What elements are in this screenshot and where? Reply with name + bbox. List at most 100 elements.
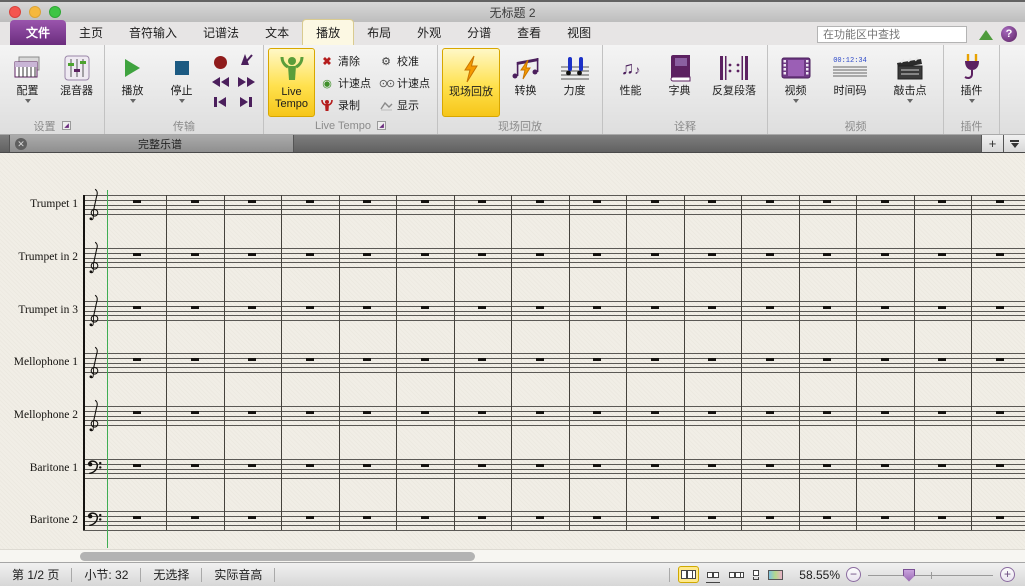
whole-rest[interactable] <box>593 464 601 467</box>
whole-rest[interactable] <box>823 516 831 519</box>
whole-rest[interactable] <box>133 200 141 203</box>
whole-rest[interactable] <box>306 411 314 414</box>
hit-points-button[interactable]: 敲击点 <box>881 48 939 117</box>
zoom-slider-thumb[interactable] <box>903 569 915 582</box>
live-tempo-button[interactable]: Live Tempo <box>268 48 315 117</box>
whole-rest[interactable] <box>996 516 1004 519</box>
whole-rest[interactable] <box>708 200 716 203</box>
barline[interactable] <box>684 195 685 530</box>
ribbon-search-input[interactable] <box>817 26 967 43</box>
whole-rest[interactable] <box>363 464 371 467</box>
whole-rest[interactable] <box>593 253 601 256</box>
expand-dialog-icon[interactable] <box>377 121 386 130</box>
whole-rest[interactable] <box>938 411 946 414</box>
transport-play-button[interactable]: 播放 <box>109 48 156 117</box>
setup-mixer-button[interactable]: 混音器 <box>53 48 100 117</box>
tab-layout[interactable]: 布局 <box>354 20 404 45</box>
whole-rest[interactable] <box>133 358 141 361</box>
tab-notations[interactable]: 记谱法 <box>190 20 252 45</box>
whole-rest[interactable] <box>536 464 544 467</box>
barline[interactable] <box>166 195 167 530</box>
instrument-name[interactable]: Mellophone 2 <box>0 409 78 421</box>
setup-config-button[interactable]: 配置 <box>4 48 51 117</box>
whole-rest[interactable] <box>536 306 544 309</box>
whole-rest[interactable] <box>881 464 889 467</box>
whole-rest[interactable] <box>306 253 314 256</box>
whole-rest[interactable] <box>248 253 256 256</box>
tab-view[interactable]: 视图 <box>554 20 604 45</box>
whole-rest[interactable] <box>996 306 1004 309</box>
whole-rest[interactable] <box>363 358 371 361</box>
repeats-button[interactable]: 反复段落 <box>705 48 763 117</box>
timecode-button[interactable]: 00:12:34 时间码 <box>821 48 879 117</box>
live-tempo-clear-button[interactable]: ✖ 清除 <box>317 52 374 70</box>
bass-clef-icon[interactable] <box>87 512 103 531</box>
whole-rest[interactable] <box>478 200 486 203</box>
whole-rest[interactable] <box>996 200 1004 203</box>
whole-rest[interactable] <box>593 411 601 414</box>
barline[interactable] <box>569 195 570 530</box>
tab-appearance[interactable]: 外观 <box>404 20 454 45</box>
whole-rest[interactable] <box>938 200 946 203</box>
whole-rest[interactable] <box>536 358 544 361</box>
tab-home[interactable]: 主页 <box>66 20 116 45</box>
barline[interactable] <box>626 195 627 530</box>
whole-rest[interactable] <box>248 306 256 309</box>
whole-rest[interactable] <box>191 411 199 414</box>
zoom-out-button[interactable]: − <box>846 567 861 582</box>
whole-rest[interactable] <box>478 306 486 309</box>
whole-rest[interactable] <box>766 358 774 361</box>
document-tab-full-score[interactable]: ✕ 完整乐谱 <box>9 135 294 152</box>
zoom-in-button[interactable]: + <box>1000 567 1015 582</box>
whole-rest[interactable] <box>881 411 889 414</box>
new-tab-button[interactable]: + <box>981 135 1003 152</box>
whole-rest[interactable] <box>593 358 601 361</box>
whole-rest[interactable] <box>996 464 1004 467</box>
video-button[interactable]: 视频 <box>772 48 819 117</box>
whole-rest[interactable] <box>191 358 199 361</box>
dynamics-button[interactable]: 力度 <box>551 48 598 117</box>
whole-rest[interactable] <box>593 200 601 203</box>
whole-rest[interactable] <box>191 464 199 467</box>
tab-text[interactable]: 文本 <box>252 20 302 45</box>
whole-rest[interactable] <box>536 411 544 414</box>
whole-rest[interactable] <box>881 516 889 519</box>
fast-forward-button[interactable] <box>238 77 255 87</box>
whole-rest[interactable] <box>478 253 486 256</box>
barline[interactable] <box>856 195 857 530</box>
whole-rest[interactable] <box>248 358 256 361</box>
dictionary-button[interactable]: 字典 <box>656 48 703 117</box>
whole-rest[interactable] <box>881 253 889 256</box>
view-single-pages-vertical-button[interactable] <box>751 566 761 583</box>
whole-rest[interactable] <box>881 358 889 361</box>
instrument-name[interactable]: Trumpet 1 <box>0 198 78 210</box>
instrument-name[interactable]: Baritone 1 <box>0 462 78 474</box>
live-tempo-display-button[interactable]: 显示 <box>376 96 433 114</box>
whole-rest[interactable] <box>536 516 544 519</box>
view-spreads-vertical-button[interactable] <box>704 566 722 583</box>
instrument-name[interactable]: Baritone 2 <box>0 514 78 526</box>
live-playback-button[interactable]: 现场回放 <box>442 48 500 117</box>
whole-rest[interactable] <box>766 516 774 519</box>
rewind-button[interactable] <box>212 77 229 87</box>
expand-dialog-icon[interactable] <box>62 121 71 130</box>
whole-rest[interactable] <box>708 253 716 256</box>
barline[interactable] <box>799 195 800 530</box>
whole-rest[interactable] <box>248 200 256 203</box>
barline[interactable] <box>396 195 397 530</box>
whole-rest[interactable] <box>651 200 659 203</box>
whole-rest[interactable] <box>708 411 716 414</box>
click-metronome-button[interactable] <box>239 53 253 71</box>
whole-rest[interactable] <box>306 358 314 361</box>
whole-rest[interactable] <box>191 253 199 256</box>
tab-file[interactable]: 文件 <box>10 20 66 45</box>
whole-rest[interactable] <box>363 306 371 309</box>
performance-button[interactable]: ♫♪ 性能 <box>607 48 654 117</box>
whole-rest[interactable] <box>478 358 486 361</box>
whole-rest[interactable] <box>421 200 429 203</box>
whole-rest[interactable] <box>421 516 429 519</box>
whole-rest[interactable] <box>306 464 314 467</box>
barline[interactable] <box>511 195 512 530</box>
instrument-name[interactable]: Trumpet in 2 <box>0 251 78 263</box>
whole-rest[interactable] <box>421 358 429 361</box>
